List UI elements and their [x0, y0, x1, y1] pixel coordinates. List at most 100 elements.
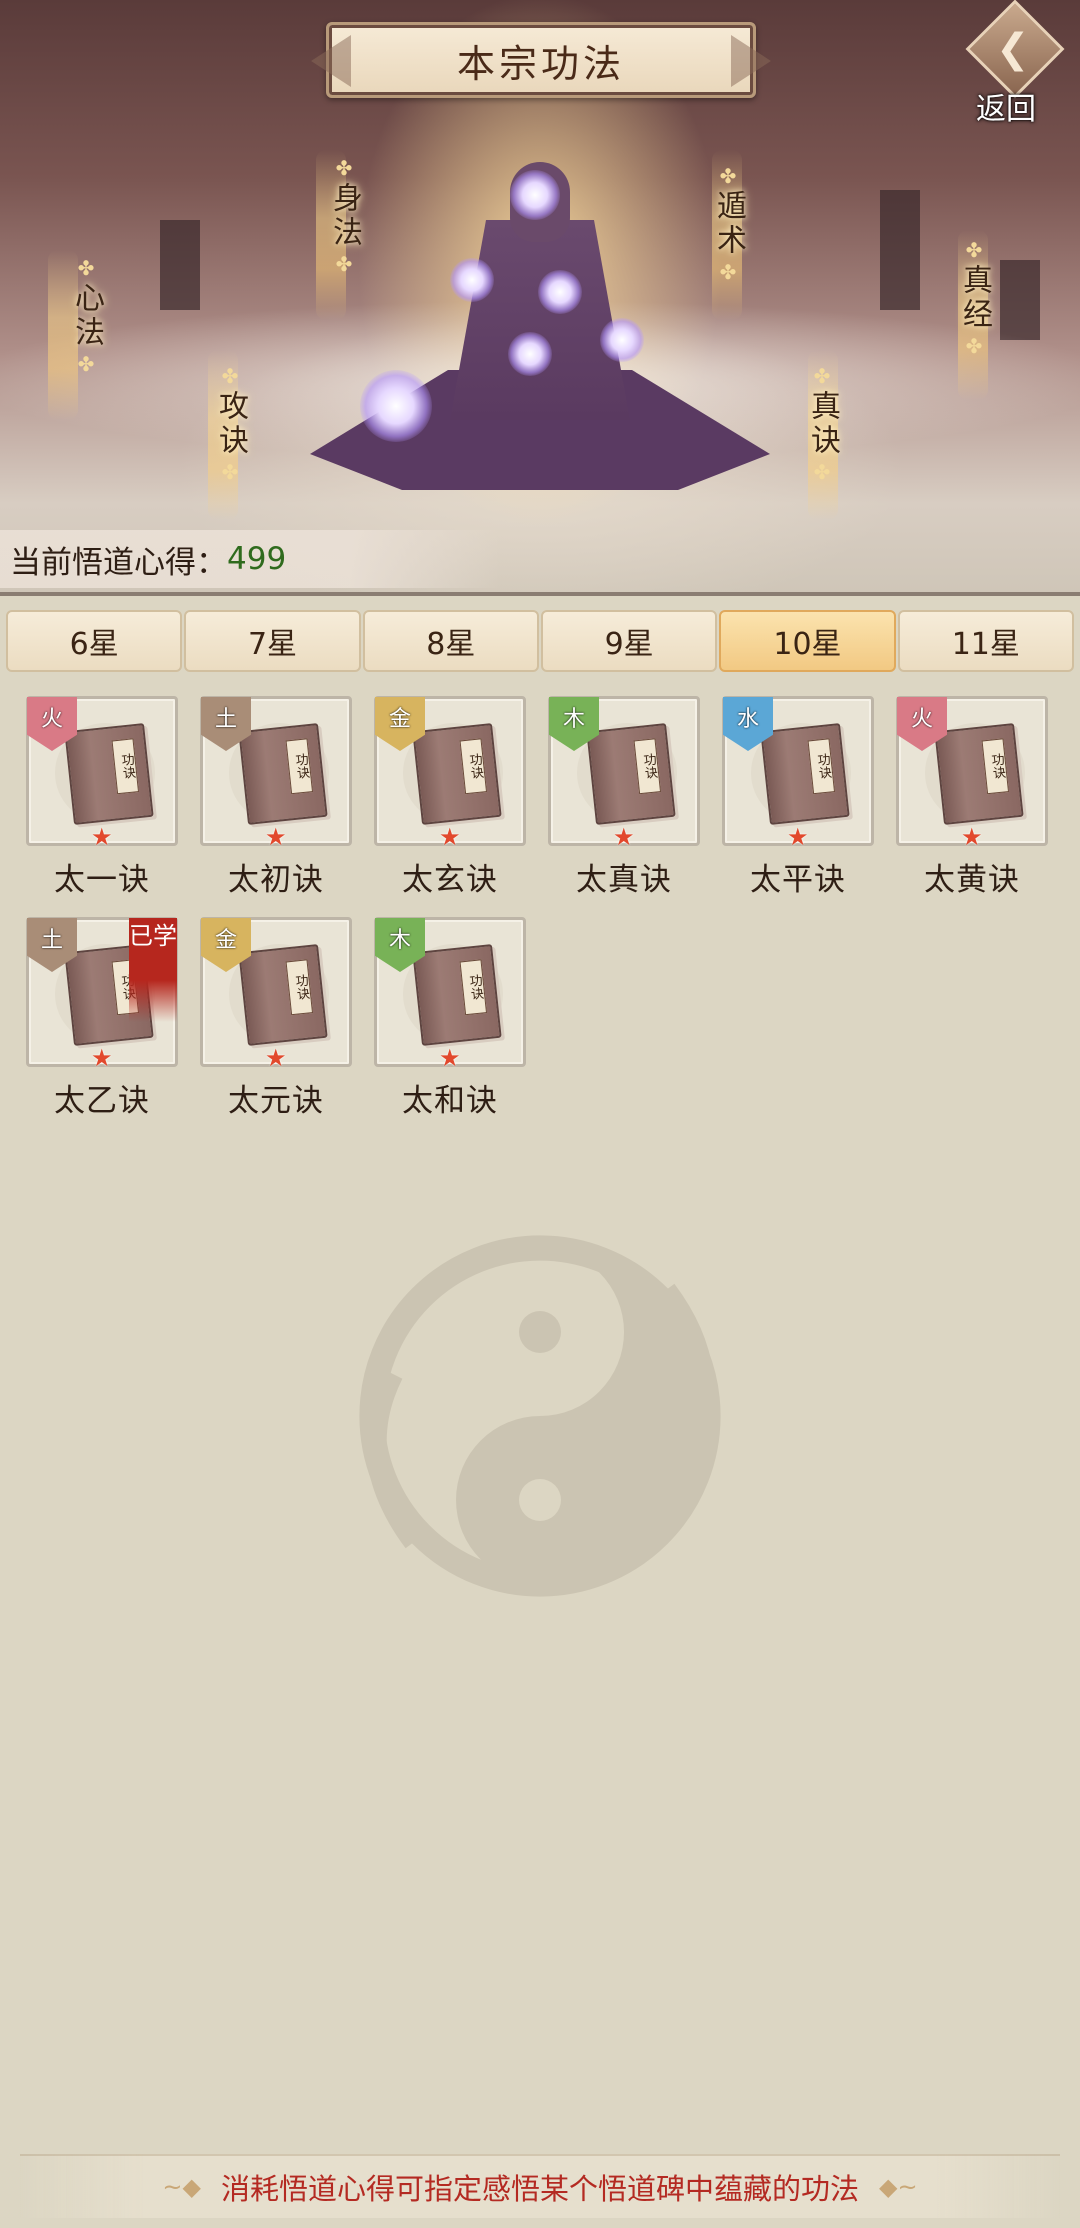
- category-zhenjue[interactable]: ✤ 真诀 ✤: [800, 366, 844, 482]
- technique-card[interactable]: 功诀水 ★ 太平诀: [722, 696, 874, 899]
- learned-badge: 已学: [129, 918, 177, 1022]
- technique-icon-frame: 功诀金 ★: [374, 696, 526, 851]
- scroll-ornament-icon: ✤: [335, 252, 353, 276]
- footer-hint: 消耗悟道心得可指定感悟某个悟道碑中蕴藏的功法: [220, 2172, 859, 2206]
- technique-name: 太玄诀: [402, 862, 498, 898]
- book-cover-label: 功诀: [633, 738, 662, 795]
- scroll-ornament-icon: ✤: [813, 460, 831, 484]
- technique-card[interactable]: 功诀火 ★ 太黄诀: [896, 696, 1048, 899]
- technique-name: 太初诀: [228, 862, 324, 898]
- tab-11-star[interactable]: 11星: [897, 610, 1074, 672]
- book-cover-label: 功诀: [981, 738, 1010, 795]
- category-xinfa[interactable]: ✤ 心法 ✤: [64, 258, 108, 374]
- technique-card[interactable]: 功诀土 ★ 太初诀: [200, 696, 352, 899]
- scroll-ornament-icon: ✤: [719, 164, 737, 188]
- book-cover-label: 功诀: [285, 738, 314, 795]
- scroll-ornament-icon: ✤: [221, 364, 239, 388]
- star-icon: ★: [961, 823, 983, 851]
- scroll-ornament-icon: ✤: [719, 260, 737, 284]
- book-cover-label: 功诀: [111, 738, 140, 795]
- scroll-ornament-icon: ✤: [335, 156, 353, 180]
- technique-name: 太和诀: [402, 1083, 498, 1119]
- energy-orb: [508, 332, 552, 376]
- technique-card[interactable]: 功诀火 ★ 太一诀: [26, 696, 178, 899]
- background-tower: [160, 220, 200, 310]
- scroll-ornament-icon: ✤: [221, 460, 239, 484]
- book-icon: 功诀: [238, 723, 328, 825]
- cloud-ornament-icon: ◆~: [879, 2173, 918, 2201]
- tab-8-star[interactable]: 8星: [362, 610, 539, 672]
- back-arrow-icon: ❮: [996, 26, 1030, 72]
- category-zhenjing[interactable]: ✤ 真经 ✤: [952, 240, 996, 356]
- technique-name: 太一诀: [54, 862, 150, 898]
- insight-value: 499: [227, 541, 287, 577]
- technique-icon-frame: 功诀金 ★: [200, 917, 352, 1072]
- category-label: 心法: [69, 282, 104, 350]
- technique-icon-frame: 功诀木 ★: [374, 917, 526, 1072]
- app-root: { "header": { "title": "本宗功法", "back_lab…: [0, 0, 1080, 2228]
- book-cover-label: 功诀: [285, 959, 314, 1016]
- technique-icon-frame: 功诀火 ★: [26, 696, 178, 851]
- book-icon: 功诀: [64, 723, 154, 825]
- category-label: 遁术: [711, 190, 746, 258]
- technique-name: 太元诀: [228, 1083, 324, 1119]
- tab-9-star[interactable]: 9星: [540, 610, 718, 672]
- book-icon: 功诀: [760, 723, 850, 825]
- technique-card[interactable]: 功诀木 ★ 太和诀: [374, 917, 526, 1120]
- technique-icon-frame: 功诀水 ★: [722, 696, 874, 851]
- energy-orb: [510, 170, 560, 220]
- technique-card[interactable]: 功诀金 ★ 太玄诀: [374, 696, 526, 899]
- star-icon: ★: [265, 823, 287, 851]
- technique-icon-frame: 功诀土已学 ★: [26, 917, 178, 1072]
- star-icon: ★: [265, 1044, 287, 1072]
- star-icon: ★: [91, 1044, 113, 1072]
- technique-panel: 6星 7星 8星 9星 10星 11星 功诀火 ★ 太一诀 功诀土 ★ 太初诀 功诀金 ★ 太玄…: [0, 592, 1080, 2228]
- back-button-label: 返回: [976, 92, 1036, 127]
- category-label: 真诀: [805, 390, 840, 458]
- category-label: 身法: [327, 182, 362, 250]
- book-cover-label: 功诀: [459, 738, 488, 795]
- technique-icon-frame: 功诀木 ★: [548, 696, 700, 851]
- yin-yang-watermark-icon: [359, 1235, 721, 1597]
- energy-orb: [360, 370, 432, 442]
- back-button[interactable]: ❮ 返回: [958, 0, 1068, 127]
- technique-card[interactable]: 功诀土已学 ★ 太乙诀: [26, 917, 178, 1120]
- technique-name: 太乙诀: [54, 1083, 150, 1119]
- tab-10-star[interactable]: 10星: [719, 610, 896, 672]
- book-icon: 功诀: [238, 944, 328, 1046]
- background-tower: [880, 190, 920, 310]
- scroll-ornament-icon: ✤: [813, 364, 831, 388]
- tab-7-star[interactable]: 7星: [184, 610, 361, 672]
- technique-icon-frame: 功诀土 ★: [200, 696, 352, 851]
- insight-bar: 当前悟道心得： 499: [0, 530, 500, 588]
- technique-name: 太真诀: [576, 862, 672, 898]
- technique-icon-frame: 功诀火 ★: [896, 696, 1048, 851]
- scroll-ornament-icon: ✤: [77, 352, 95, 376]
- category-shenfa[interactable]: ✤ 身法 ✤: [322, 158, 366, 274]
- star-tabs: 6星 7星 8星 9星 10星 11星: [6, 610, 1074, 672]
- book-icon: 功诀: [586, 723, 676, 825]
- category-label: 攻诀: [213, 390, 248, 458]
- book-cover-label: 功诀: [807, 738, 836, 795]
- page-title: 本宗功法: [456, 41, 625, 86]
- technique-grid: 功诀火 ★ 太一诀 功诀土 ★ 太初诀 功诀金 ★ 太玄诀 功诀木 ★ 太真诀 功诀水 ★ 太平诀 功诀火 ★ 太…: [26, 696, 1066, 1120]
- page-title-plaque: 本宗功法: [326, 22, 756, 98]
- category-gongjue[interactable]: ✤ 攻诀 ✤: [208, 366, 252, 482]
- energy-orb: [538, 270, 582, 314]
- technique-card[interactable]: 功诀木 ★ 太真诀: [548, 696, 700, 899]
- scroll-ornament-icon: ✤: [965, 334, 983, 358]
- technique-name: 太黄诀: [924, 862, 1020, 898]
- technique-name: 太平诀: [750, 862, 846, 898]
- energy-orb: [600, 318, 644, 362]
- category-dunshu[interactable]: ✤ 遁术 ✤: [706, 166, 750, 282]
- tab-6-star[interactable]: 6星: [6, 610, 183, 672]
- cloud-ornament-icon: ~◆: [162, 2173, 201, 2201]
- book-icon: 功诀: [412, 723, 502, 825]
- insight-label: 当前悟道心得：: [10, 544, 227, 581]
- energy-orb: [450, 258, 494, 302]
- book-icon: 功诀: [412, 944, 502, 1046]
- technique-card[interactable]: 功诀金 ★ 太元诀: [200, 917, 352, 1120]
- star-icon: ★: [613, 823, 635, 851]
- star-icon: ★: [91, 823, 113, 851]
- star-icon: ★: [439, 823, 461, 851]
